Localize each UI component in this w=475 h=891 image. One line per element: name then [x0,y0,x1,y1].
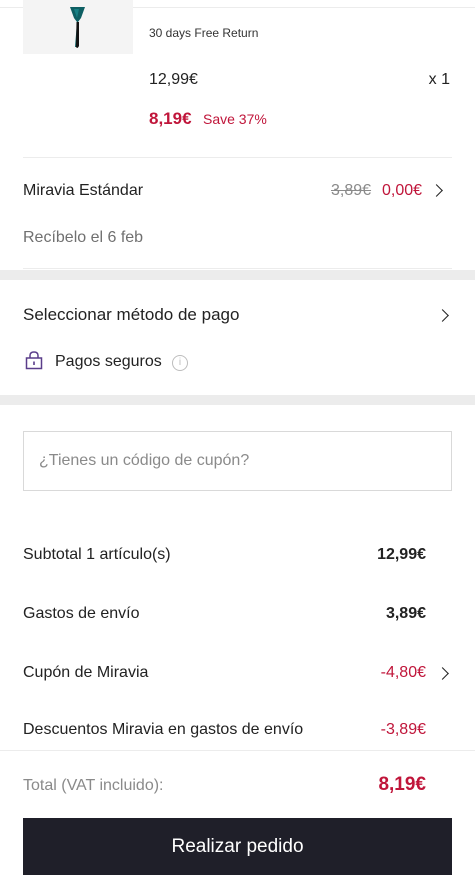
chevron-right-icon [436,309,449,322]
free-return-label: 30 days Free Return [149,26,259,40]
shipping-new-price: 0,00€ [382,182,423,199]
payment-method-row[interactable]: Seleccionar método de pago [0,290,475,340]
shipping-discount-label: Descuentos Miravia en gastos de envío [23,721,304,738]
coupon-code-input[interactable] [23,431,452,491]
save-percentage: Save 37% [203,111,267,127]
shipping-method-row[interactable]: Miravia Estándar 3,89€ 0,00€ [0,160,475,220]
info-icon[interactable]: i [172,355,188,371]
shipping-cost-value: 3,89€ [385,605,426,622]
total-value: 8,19€ [378,774,426,795]
shipping-discount-value: -3,89€ [380,721,426,738]
chevron-right-icon [436,667,449,680]
subtotal-label: Subtotal 1 artículo(s) [23,546,171,563]
payment-method-title: Seleccionar método de pago [23,305,240,324]
chevron-right-icon [430,184,443,197]
product-thumbnail[interactable] [23,0,133,54]
subtotal-value: 12,99€ [377,546,426,563]
divider [0,750,475,751]
miravia-coupon-value: -4,80€ [380,664,426,681]
total-label: Total (VAT incluido): [23,777,164,794]
section-separator [0,395,475,405]
product-image [70,7,85,48]
shipping-old-price: 3,89€ [331,182,372,199]
sale-price: 8,19€ [149,109,192,128]
section-separator [0,270,475,280]
place-order-button[interactable]: Realizar pedido [23,818,452,875]
secure-payments-label: Pagos seguros [55,353,162,370]
miravia-coupon-label: Cupón de Miravia [23,664,149,681]
shipping-method-name: Miravia Estándar [23,182,144,199]
unit-price: 12,99€ [149,71,198,88]
delivery-date: Recíbelo el 6 feb [23,229,144,246]
shipping-cost-label: Gastos de envío [23,605,140,622]
divider [23,268,452,269]
divider [23,157,452,158]
miravia-coupon-row[interactable]: Cupón de Miravia -4,80€ [0,650,475,694]
quantity: x 1 [428,71,450,88]
lock-icon [25,351,43,370]
